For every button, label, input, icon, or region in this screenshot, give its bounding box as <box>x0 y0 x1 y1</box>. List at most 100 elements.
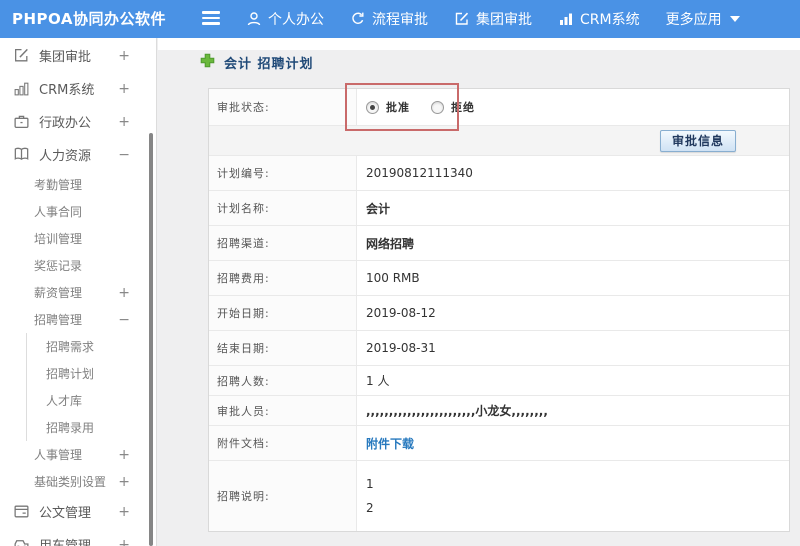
content-top-strip <box>158 38 800 50</box>
field-row-attachment: 附件文档: 附件下载 <box>209 426 789 461</box>
sidebar-item-label: 集团审批 <box>39 50 92 65</box>
radio-reject[interactable] <box>431 100 444 114</box>
field-value: ,,,,,,,,,,,,,,,,,,,,,,,,小龙女,,,,,,,, <box>366 404 548 418</box>
app-logo: PHPOA协同办公软件 <box>12 10 166 28</box>
sidebar-item-personnel[interactable]: 人事管理 + <box>0 441 156 468</box>
nav-label: 流程审批 <box>372 12 428 28</box>
sidebar-item-label: 培训管理 <box>34 232 83 246</box>
nav-crm-system[interactable]: CRM系统 <box>558 9 640 29</box>
expand-plus-icon[interactable]: + <box>118 474 130 490</box>
field-label: 招聘说明: <box>209 461 357 531</box>
sidebar-item-rewards[interactable]: 奖惩记录 <box>0 252 156 279</box>
field-value: 网络招聘 <box>366 236 415 251</box>
sidebar-item-recruit-demand[interactable]: 招聘需求 <box>27 333 156 360</box>
person-icon <box>246 11 262 27</box>
nav-process-approval[interactable]: 流程审批 <box>350 9 428 29</box>
field-value: 附件下载 <box>357 426 789 460</box>
edit-icon <box>13 47 30 64</box>
sidebar-item-document-mgmt[interactable]: 公文管理 + <box>0 495 156 528</box>
radio-approve-label[interactable]: 批准 <box>386 99 410 115</box>
collapse-minus-icon[interactable]: − <box>118 312 130 328</box>
sidebar-item-label: 招聘录用 <box>46 421 95 435</box>
field-label: 招聘渠道: <box>209 226 357 260</box>
top-navigation: 个人办公 流程审批 集团审批 CRM系统 更多应用 <box>246 0 740 38</box>
expand-plus-icon[interactable]: + <box>118 537 130 546</box>
expand-plus-icon[interactable]: + <box>118 81 130 97</box>
field-label: 计划编号: <box>209 156 357 190</box>
car-icon <box>13 536 30 546</box>
sidebar-item-group-approval[interactable]: 集团审批 + <box>0 39 156 72</box>
book-icon <box>13 146 30 163</box>
field-value: 20190812111340 <box>366 166 473 180</box>
description-line: 1 <box>366 477 374 491</box>
attachment-download-link[interactable]: 附件下载 <box>366 435 414 452</box>
sidebar-item-admin-office[interactable]: 行政办公 + <box>0 105 156 138</box>
add-plus-icon[interactable] <box>200 53 215 72</box>
expand-plus-icon[interactable]: + <box>118 504 130 520</box>
sidebar-item-label: 人才库 <box>46 394 83 408</box>
field-value: 2019-08-12 <box>366 306 436 320</box>
sidebar-scrollbar-thumb[interactable] <box>149 133 153 546</box>
nav-group-approval[interactable]: 集团审批 <box>454 9 532 29</box>
radio-approve[interactable] <box>366 100 379 114</box>
sidebar-item-base-category[interactable]: 基础类别设置 + <box>0 468 156 495</box>
field-label: 开始日期: <box>209 296 357 330</box>
sidebar-item-attendance[interactable]: 考勤管理 <box>0 171 156 198</box>
nav-label: CRM系统 <box>580 12 640 28</box>
sidebar-item-label: 奖惩记录 <box>34 259 83 273</box>
sidebar-item-label: 招聘需求 <box>46 340 95 354</box>
expand-plus-icon[interactable]: + <box>118 447 130 463</box>
sidebar-item-recruit-hire[interactable]: 招聘录用 <box>27 414 156 441</box>
caret-down-icon <box>729 16 740 22</box>
nav-label: 集团审批 <box>476 12 532 28</box>
sidebar-item-vehicle-mgmt[interactable]: 用车管理 + <box>0 528 156 546</box>
field-row-end-date: 结束日期: 2019-08-31 <box>209 331 789 366</box>
toolbar-row: 审批信息 <box>209 126 789 156</box>
sidebar-item-crm[interactable]: CRM系统 + <box>0 72 156 105</box>
sidebar-item-talent-pool[interactable]: 人才库 <box>27 387 156 414</box>
field-value: 2019-08-31 <box>366 341 436 355</box>
bar-chart-icon <box>558 11 574 27</box>
field-row-description: 招聘说明: 1 2 <box>209 461 789 531</box>
expand-plus-icon[interactable]: + <box>118 285 130 301</box>
sidebar-item-recruit-mgmt[interactable]: 招聘管理 − <box>0 306 156 333</box>
sidebar-item-recruit-plan[interactable]: 招聘计划 <box>27 360 156 387</box>
sidebar-item-label: 行政办公 <box>39 116 92 131</box>
collapse-minus-icon[interactable]: − <box>118 147 130 163</box>
page-header: 会计 招聘计划 <box>200 53 314 72</box>
sidebar-item-hr[interactable]: 人力资源 − <box>0 138 156 171</box>
expand-plus-icon[interactable]: + <box>118 48 130 64</box>
sidebar: 集团审批 + CRM系统 + 行政办公 + 人力资源 − 考勤管理 人事合同 培… <box>0 38 157 546</box>
field-label: 结束日期: <box>209 331 357 365</box>
field-row-cost: 招聘费用: 100 RMB <box>209 261 789 296</box>
nav-more-apps[interactable]: 更多应用 <box>666 9 740 29</box>
field-row-start-date: 开始日期: 2019-08-12 <box>209 296 789 331</box>
field-row-headcount: 招聘人数: 1 人 <box>209 366 789 396</box>
main-content: 会计 招聘计划 审批状态: 批准 拒绝 审批信息 计划编号: 201908121… <box>158 38 800 546</box>
hamburger-menu-icon[interactable] <box>202 11 220 27</box>
page-title: 会计 招聘计划 <box>224 57 314 72</box>
field-label: 计划名称: <box>209 191 357 225</box>
nav-personal-office[interactable]: 个人办公 <box>246 9 324 29</box>
briefcase-icon <box>13 113 30 130</box>
screen: PHPOA协同办公软件 个人办公 流程审批 集团审批 CRM系统 更多应用 集团… <box>0 0 800 546</box>
field-label: 审批状态: <box>209 89 357 125</box>
field-row-plan-name: 计划名称: 会计 <box>209 191 789 226</box>
expand-plus-icon[interactable]: + <box>118 114 130 130</box>
sidebar-item-label: 用车管理 <box>39 535 91 546</box>
sidebar-item-label: CRM系统 <box>39 83 95 98</box>
sidebar-item-salary[interactable]: 薪资管理 + <box>0 279 156 306</box>
field-label: 附件文档: <box>209 426 357 460</box>
radio-reject-label[interactable]: 拒绝 <box>451 99 475 115</box>
nav-label: 个人办公 <box>268 12 324 28</box>
field-row-channel: 招聘渠道: 网络招聘 <box>209 226 789 261</box>
sidebar-item-label: 薪资管理 <box>34 286 83 300</box>
approval-info-button[interactable]: 审批信息 <box>659 129 736 152</box>
detail-form: 审批状态: 批准 拒绝 审批信息 计划编号: 20190812111340 计划… <box>208 88 790 532</box>
sidebar-item-label: 基础类别设置 <box>34 475 107 489</box>
sidebar-item-label: 人事合同 <box>34 205 83 219</box>
sidebar-item-label: 公文管理 <box>39 506 92 521</box>
sidebar-item-hr-contract[interactable]: 人事合同 <box>0 198 156 225</box>
approval-options: 批准 拒绝 <box>357 89 789 125</box>
sidebar-item-training[interactable]: 培训管理 <box>0 225 156 252</box>
